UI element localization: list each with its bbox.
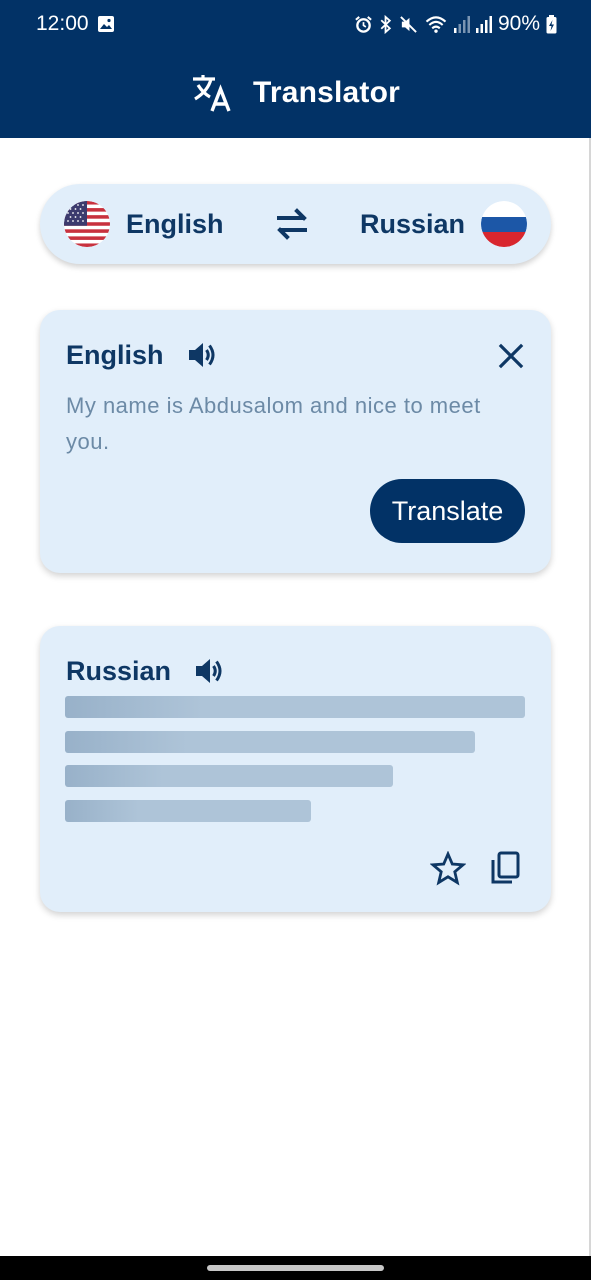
source-card-language: English — [66, 339, 164, 370]
source-language-name: English — [126, 208, 224, 239]
loading-skeleton-line — [65, 731, 475, 753]
image-icon — [97, 16, 114, 32]
alarm-icon — [355, 15, 372, 33]
volume-icon[interactable] — [193, 655, 225, 687]
status-right: 90% — [354, 12, 557, 36]
app-title: Translator — [252, 76, 401, 109]
language-selector: English Russian — [40, 184, 551, 264]
target-language-name: Russian — [359, 208, 465, 239]
volume-icon[interactable] — [186, 339, 218, 371]
loading-skeleton-line — [65, 696, 525, 718]
status-bar: 12:00 90% — [0, 0, 591, 48]
translate-icon — [192, 75, 231, 112]
navigation-bar — [0, 1256, 591, 1280]
close-icon[interactable] — [497, 342, 525, 370]
battery-charging-icon — [546, 14, 557, 33]
home-gesture-handle[interactable] — [207, 1265, 384, 1271]
source-text-input[interactable]: My name is Abdusalom and nice to meet yo… — [66, 388, 506, 460]
source-card-header: English — [66, 339, 218, 371]
wifi-icon — [425, 15, 447, 33]
swap-arrows-icon[interactable] — [273, 206, 311, 242]
signal-icon — [475, 16, 492, 33]
copy-icon[interactable] — [487, 850, 523, 886]
bluetooth-icon — [380, 14, 392, 34]
source-language-selector[interactable]: English — [64, 201, 224, 247]
status-left: 12:00 — [36, 12, 115, 36]
us-flag-icon — [64, 201, 110, 247]
loading-skeleton-line — [65, 800, 311, 822]
signal-icon — [453, 16, 470, 33]
battery-percent: 90% — [497, 12, 540, 35]
target-card-language: Russian — [66, 655, 172, 686]
mute-icon — [400, 15, 417, 33]
loading-skeleton-line — [65, 765, 393, 787]
status-time: 12:00 — [36, 12, 89, 35]
app-bar: Translator — [0, 48, 591, 138]
target-card: Russian — [40, 626, 551, 912]
star-outline-icon[interactable] — [430, 851, 466, 887]
translate-button[interactable]: Translate — [370, 479, 525, 543]
source-card: English My name is Abdusalom and nice to… — [40, 310, 551, 573]
target-card-header: Russian — [66, 655, 225, 687]
ru-flag-icon — [481, 201, 527, 247]
target-language-selector[interactable]: Russian — [360, 201, 527, 247]
